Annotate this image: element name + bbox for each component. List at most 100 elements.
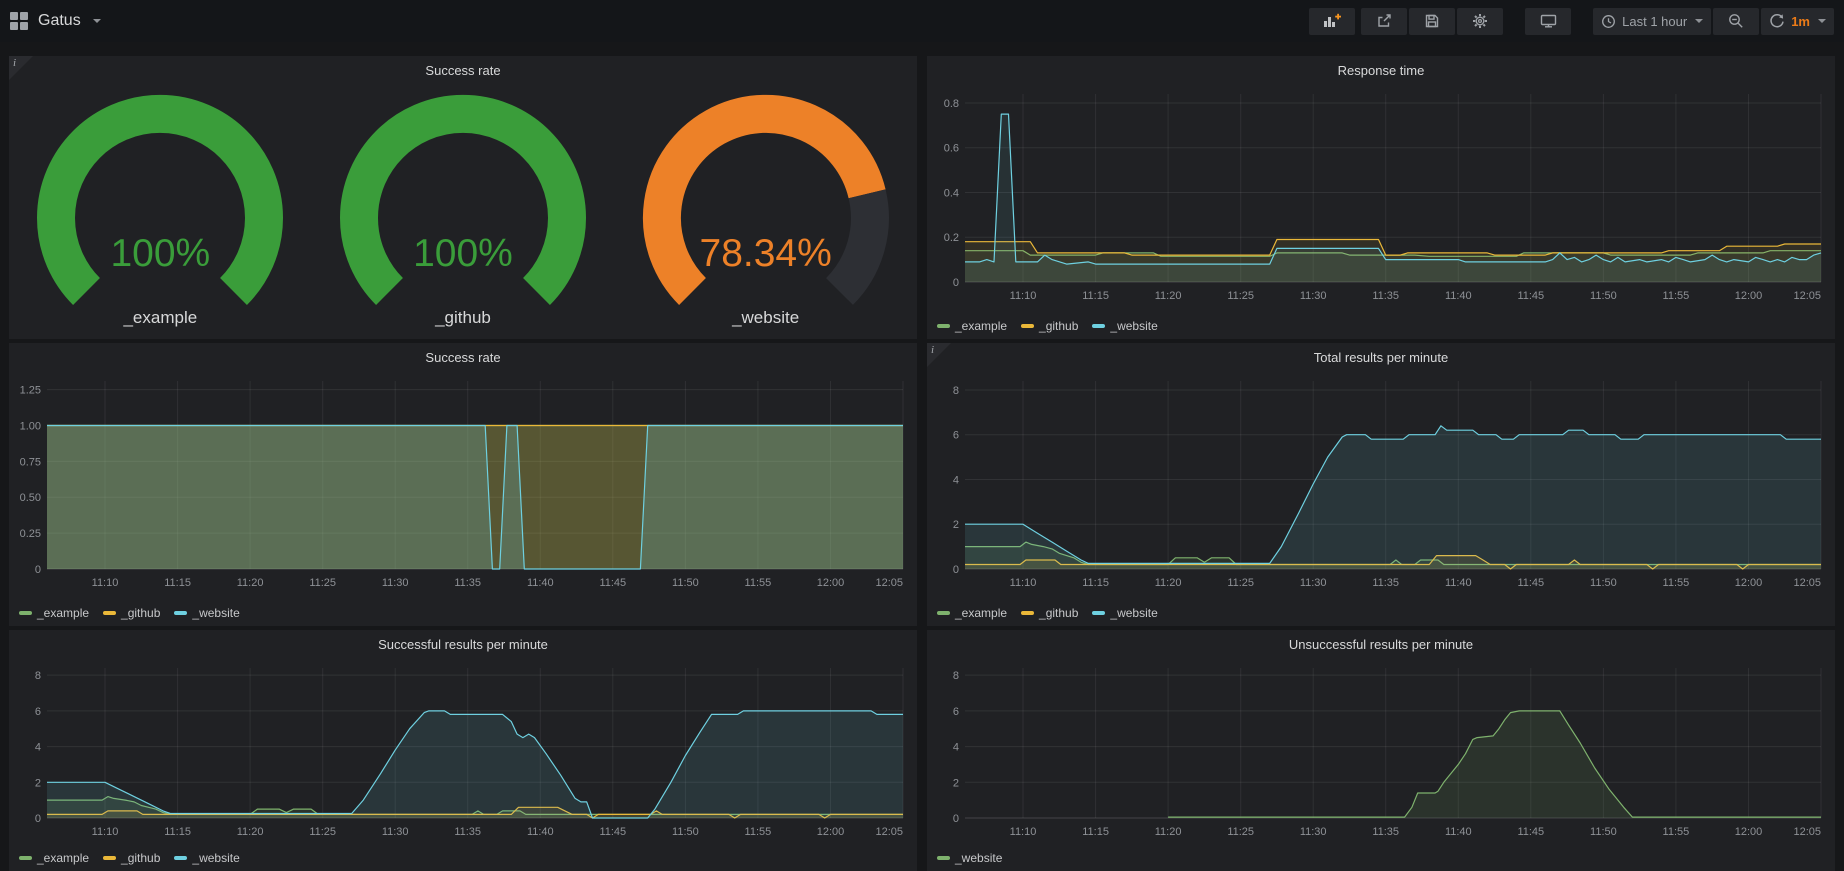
svg-text:8: 8	[35, 670, 41, 682]
panel-total-results: i Total results per minute 0246811:1011:…	[927, 343, 1835, 626]
svg-text:12:05: 12:05	[1793, 826, 1821, 838]
svg-text:8: 8	[953, 385, 959, 397]
zoom-out-button[interactable]	[1713, 8, 1759, 35]
legend-series-name: _example	[37, 851, 89, 865]
chart-area[interactable]: 0246811:1011:1511:2011:2511:3011:3511:40…	[935, 660, 1827, 852]
legend-color-swatch	[174, 611, 187, 615]
legend-series-name: _github	[1039, 606, 1078, 620]
legend-item[interactable]: _website	[174, 606, 239, 620]
svg-text:2: 2	[953, 777, 959, 789]
legend-color-swatch	[1092, 611, 1105, 615]
tv-mode-button[interactable]	[1525, 8, 1571, 35]
svg-text:11:40: 11:40	[527, 577, 554, 589]
svg-text:11:55: 11:55	[1663, 290, 1690, 302]
add-panel-button[interactable]	[1309, 8, 1355, 35]
gauge-value: 78.34%	[640, 232, 892, 276]
legend-color-swatch	[103, 611, 116, 615]
panel-title[interactable]: Success rate	[9, 63, 917, 78]
gauge: 100% _github	[313, 90, 613, 328]
gauge-value: 100%	[337, 232, 589, 276]
legend-series-name: _example	[37, 606, 89, 620]
legend-item[interactable]: _example	[19, 851, 89, 865]
svg-text:11:55: 11:55	[1663, 577, 1690, 589]
chart-area[interactable]: 00.250.500.751.001.2511:1011:1511:2011:2…	[17, 373, 909, 603]
refresh-caret-icon	[1818, 19, 1826, 23]
svg-text:11:30: 11:30	[382, 577, 409, 589]
svg-text:11:10: 11:10	[1010, 826, 1037, 838]
chart-legend: _example _github _website	[19, 851, 240, 865]
svg-text:11:35: 11:35	[1372, 826, 1399, 838]
svg-text:11:55: 11:55	[745, 577, 772, 589]
svg-text:1.00: 1.00	[20, 421, 41, 433]
svg-text:0: 0	[35, 564, 41, 576]
svg-text:12:00: 12:00	[1735, 290, 1763, 302]
panel-successful-results: Successful results per minute 0246811:10…	[9, 630, 917, 871]
dashboards-grid-icon[interactable]	[10, 12, 28, 30]
svg-text:11:35: 11:35	[1372, 577, 1399, 589]
svg-text:11:15: 11:15	[1082, 290, 1109, 302]
legend-item[interactable]: _github	[103, 851, 160, 865]
chart-area[interactable]: 0246811:1011:1511:2011:2511:3011:3511:40…	[935, 373, 1827, 603]
panel-title[interactable]: Response time	[927, 63, 1835, 78]
svg-text:11:30: 11:30	[1300, 826, 1327, 838]
svg-text:11:40: 11:40	[1445, 290, 1472, 302]
panel-title[interactable]: Success rate	[9, 350, 917, 365]
legend-item[interactable]: _github	[103, 606, 160, 620]
legend-color-swatch	[19, 611, 32, 615]
svg-text:11:50: 11:50	[672, 826, 699, 838]
legend-item[interactable]: _website	[174, 851, 239, 865]
time-range-picker[interactable]: Last 1 hour	[1593, 8, 1711, 35]
svg-text:6: 6	[35, 706, 41, 718]
svg-text:11:15: 11:15	[164, 826, 191, 838]
legend-series-name: _website	[1110, 606, 1157, 620]
svg-text:11:20: 11:20	[237, 577, 264, 589]
svg-text:11:15: 11:15	[1082, 577, 1109, 589]
svg-text:11:50: 11:50	[1590, 826, 1617, 838]
panel-title[interactable]: Total results per minute	[927, 350, 1835, 365]
svg-text:1.25: 1.25	[20, 385, 41, 397]
svg-text:0.8: 0.8	[944, 98, 959, 110]
legend-item[interactable]: _website	[1092, 606, 1157, 620]
refresh-button[interactable]: 1m	[1761, 8, 1834, 35]
svg-text:0: 0	[35, 813, 41, 825]
svg-text:11:25: 11:25	[309, 577, 336, 589]
legend-item[interactable]: _website	[937, 851, 1002, 865]
svg-text:11:30: 11:30	[1300, 577, 1327, 589]
time-range-caret-icon	[1695, 19, 1703, 23]
svg-text:12:00: 12:00	[1735, 577, 1763, 589]
legend-item[interactable]: _example	[937, 606, 1007, 620]
svg-text:2: 2	[953, 519, 959, 531]
legend-item[interactable]: _github	[1021, 606, 1078, 620]
svg-text:11:40: 11:40	[1445, 826, 1472, 838]
svg-text:11:25: 11:25	[309, 826, 336, 838]
save-button[interactable]	[1409, 8, 1455, 35]
legend-series-name: _github	[121, 606, 160, 620]
settings-button[interactable]	[1457, 8, 1503, 35]
panel-title[interactable]: Unsuccessful results per minute	[927, 637, 1835, 652]
dashboard-caret-icon[interactable]	[93, 19, 101, 23]
svg-text:0.6: 0.6	[944, 143, 959, 155]
legend-item[interactable]: _github	[1021, 319, 1078, 333]
gauge-value: 100%	[34, 232, 286, 276]
svg-text:0: 0	[953, 277, 959, 289]
svg-text:11:45: 11:45	[599, 577, 626, 589]
legend-color-swatch	[103, 856, 116, 860]
gauge-label: _example	[123, 308, 197, 328]
svg-text:11:25: 11:25	[1227, 577, 1254, 589]
chart-area[interactable]: 0246811:1011:1511:2011:2511:3011:3511:40…	[17, 660, 909, 852]
legend-item[interactable]: _example	[937, 319, 1007, 333]
legend-item[interactable]: _website	[1092, 319, 1157, 333]
legend-series-name: _example	[955, 606, 1007, 620]
svg-text:11:35: 11:35	[454, 577, 481, 589]
svg-text:12:05: 12:05	[875, 577, 903, 589]
panel-response-time: Response time 00.20.40.60.811:1011:1511:…	[927, 56, 1835, 339]
panel-title[interactable]: Successful results per minute	[9, 637, 917, 652]
dashboard-title[interactable]: Gatus	[38, 12, 81, 30]
share-button[interactable]	[1361, 8, 1407, 35]
svg-text:11:25: 11:25	[1227, 826, 1254, 838]
legend-item[interactable]: _example	[19, 606, 89, 620]
svg-text:11:10: 11:10	[92, 577, 119, 589]
legend-color-swatch	[937, 856, 950, 860]
chart-area[interactable]: 00.20.40.60.811:1011:1511:2011:2511:3011…	[935, 86, 1827, 316]
gear-icon	[1472, 13, 1488, 29]
